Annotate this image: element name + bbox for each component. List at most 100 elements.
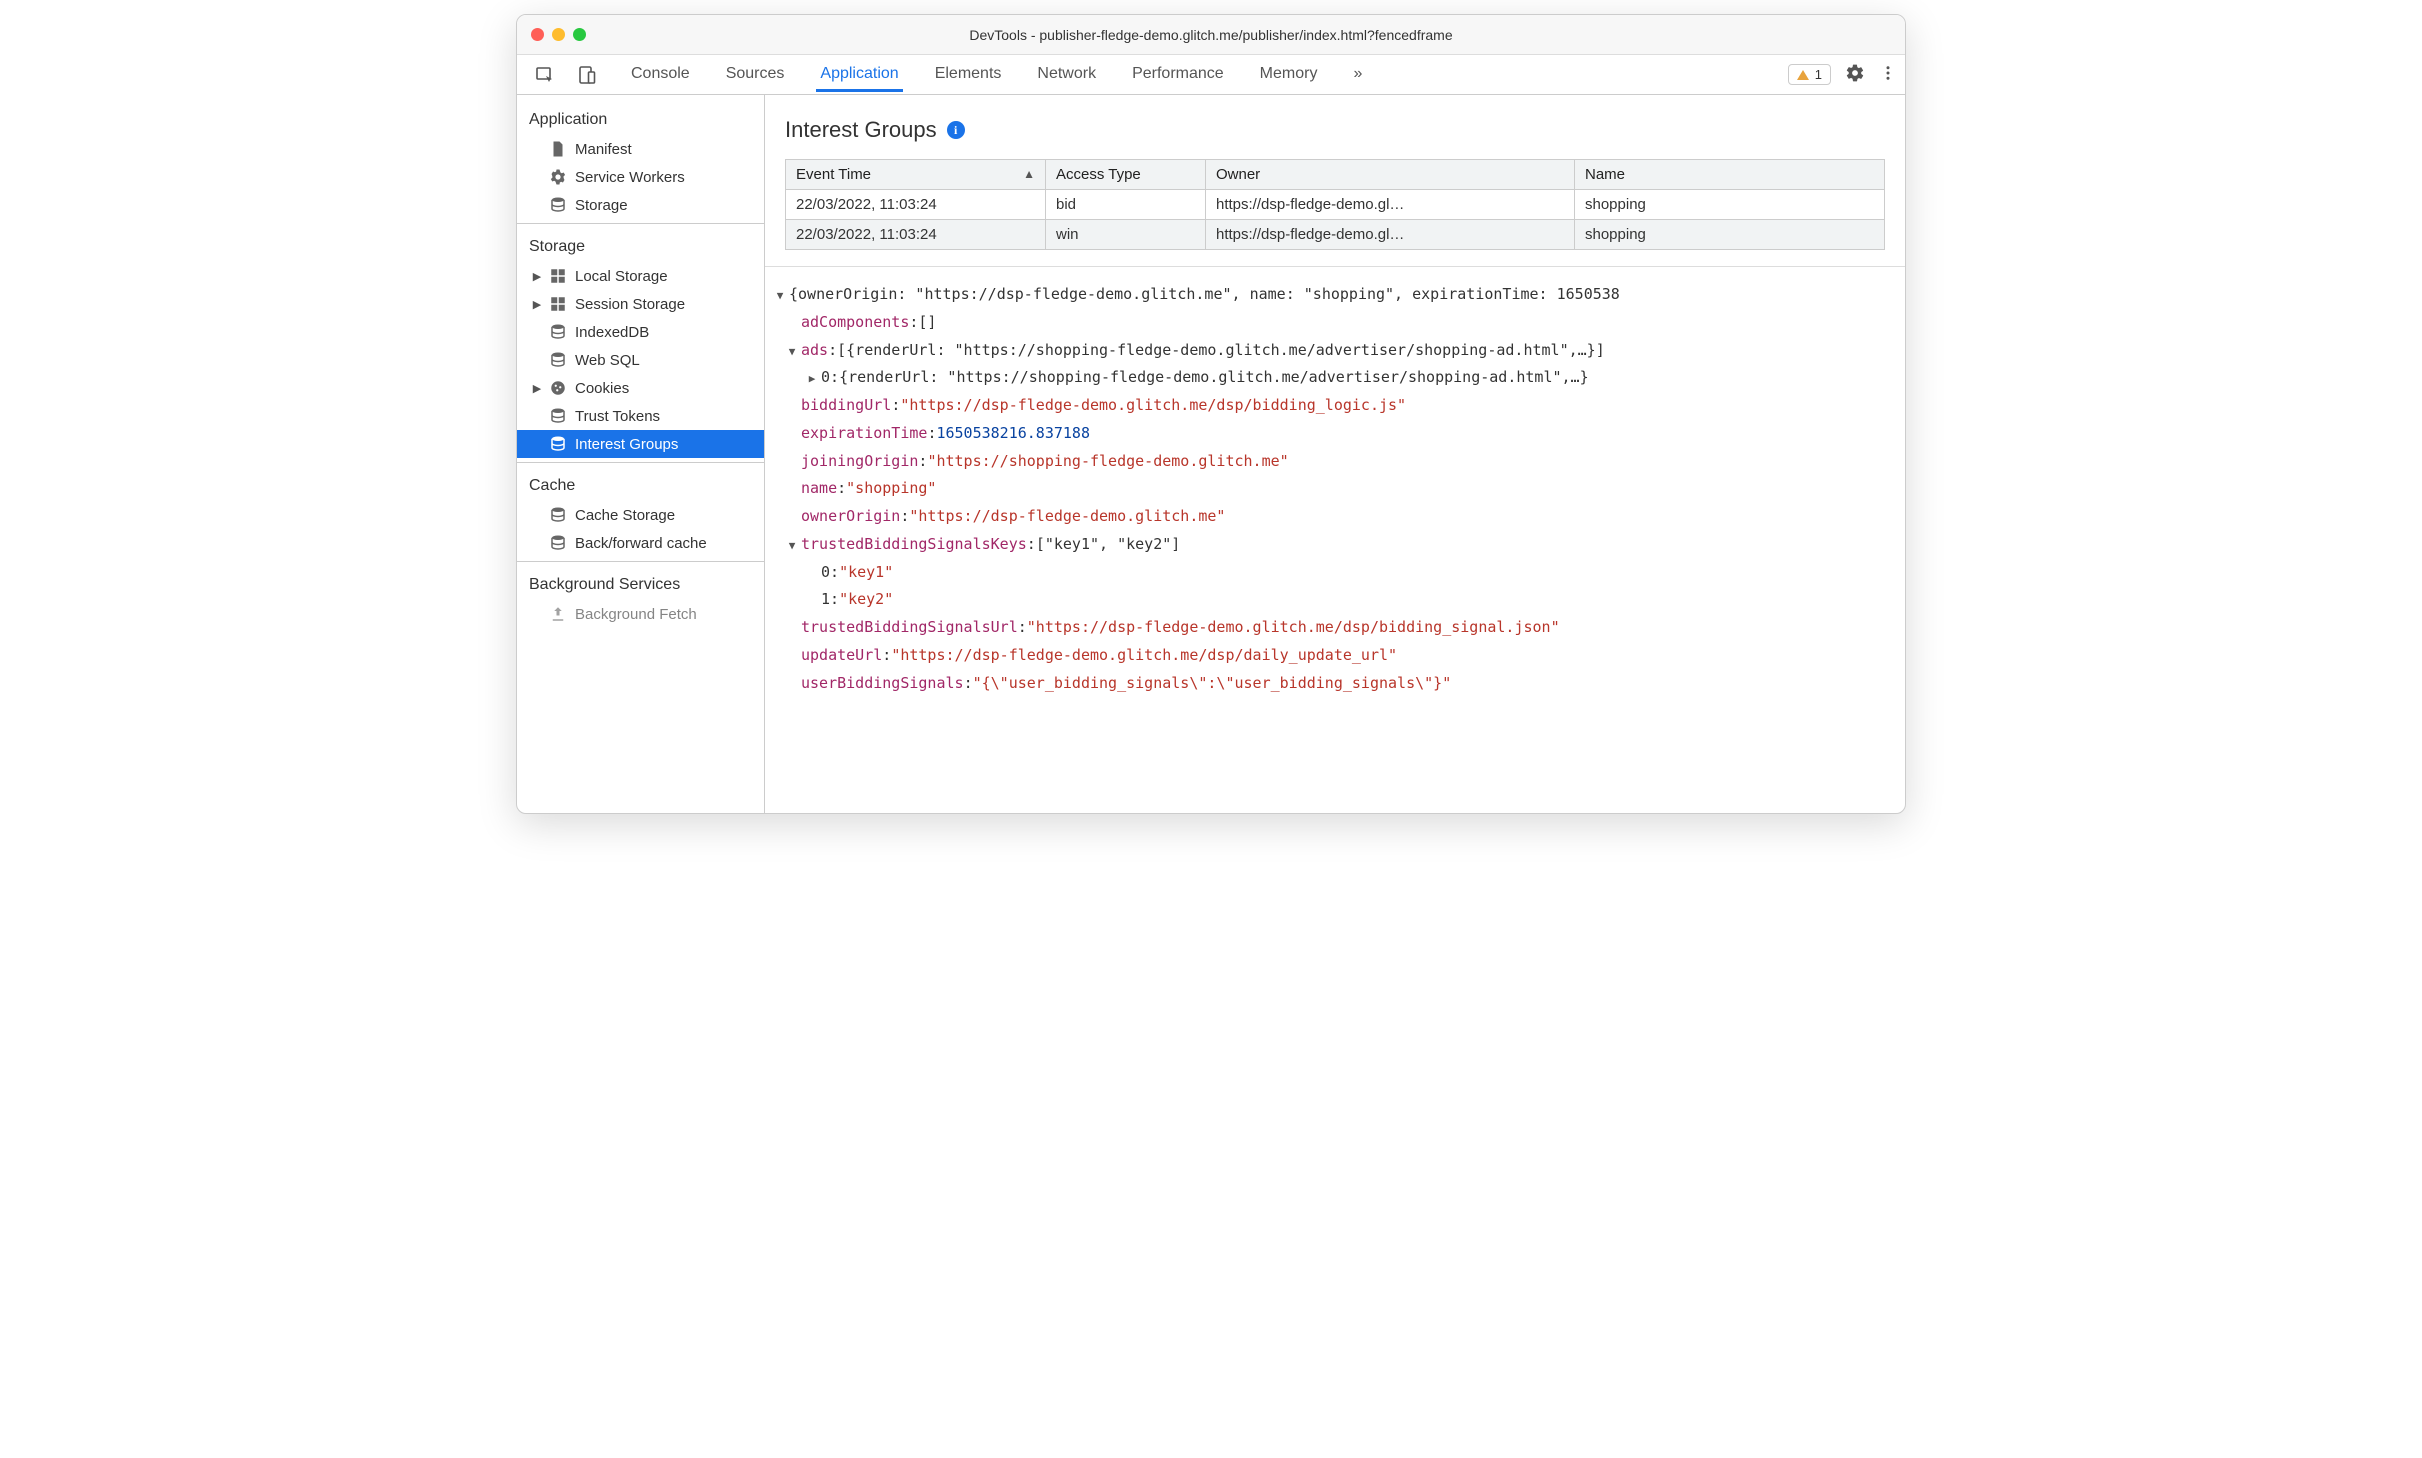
- tab-more[interactable]: »: [1349, 57, 1366, 92]
- device-toolbar-icon[interactable]: [567, 59, 607, 91]
- sidebar-item-label: Service Workers: [575, 169, 685, 186]
- panel-heading: Interest Groups: [785, 117, 937, 143]
- section-background: Background Services: [517, 566, 764, 600]
- section-storage: Storage: [517, 228, 764, 262]
- sidebar-item-web-sql[interactable]: Web SQL: [517, 346, 764, 374]
- titlebar: DevTools - publisher-fledge-demo.glitch.…: [517, 15, 1905, 55]
- sidebar-item-bf-cache[interactable]: Back/forward cache: [517, 529, 764, 557]
- sidebar-item-label: Cache Storage: [575, 507, 675, 524]
- database-icon: [549, 506, 567, 524]
- json-prop[interactable]: name: "shopping": [773, 475, 1897, 503]
- grid-icon: [549, 267, 567, 285]
- tab-elements[interactable]: Elements: [931, 57, 1006, 92]
- json-prop[interactable]: adComponents: []: [773, 309, 1897, 337]
- sidebar-item-session-storage[interactable]: ▶ Session Storage: [517, 290, 764, 318]
- tab-network[interactable]: Network: [1033, 57, 1100, 92]
- sidebar-item-label: Session Storage: [575, 296, 685, 313]
- json-prop[interactable]: 0: "key1": [773, 559, 1897, 587]
- expand-icon[interactable]: ▶: [531, 382, 543, 395]
- database-icon: [549, 196, 567, 214]
- tab-sources[interactable]: Sources: [722, 57, 789, 92]
- tab-console[interactable]: Console: [627, 57, 694, 92]
- json-root[interactable]: ▼ {ownerOrigin: "https://dsp-fledge-demo…: [773, 281, 1897, 309]
- warning-count: 1: [1815, 67, 1822, 82]
- col-owner[interactable]: Owner: [1206, 160, 1575, 190]
- more-options-icon[interactable]: [1879, 64, 1897, 86]
- sidebar-item-label: Trust Tokens: [575, 408, 660, 425]
- expand-icon[interactable]: ▶: [531, 298, 543, 311]
- zoom-icon[interactable]: [573, 28, 586, 41]
- tab-performance[interactable]: Performance: [1128, 57, 1228, 92]
- sidebar-item-label: Cookies: [575, 380, 629, 397]
- window-title: DevTools - publisher-fledge-demo.glitch.…: [517, 27, 1905, 43]
- file-icon: [549, 140, 567, 158]
- cell-access-type: win: [1046, 220, 1206, 250]
- close-icon[interactable]: [531, 28, 544, 41]
- sidebar-item-service-workers[interactable]: Service Workers: [517, 163, 764, 191]
- divider: [517, 561, 764, 562]
- json-prop[interactable]: biddingUrl: "https://dsp-fledge-demo.gli…: [773, 392, 1897, 420]
- main-panel: Interest Groups i Event Time ▲ Access Ty…: [765, 95, 1905, 813]
- minimize-icon[interactable]: [552, 28, 565, 41]
- sidebar-item-manifest[interactable]: Manifest: [517, 135, 764, 163]
- col-name[interactable]: Name: [1575, 160, 1885, 190]
- database-icon: [549, 435, 567, 453]
- sidebar-item-storage-overview[interactable]: Storage: [517, 191, 764, 219]
- interest-groups-table: Event Time ▲ Access Type Owner Name 22/0…: [785, 159, 1885, 250]
- json-prop[interactable]: expirationTime: 1650538216.837188: [773, 420, 1897, 448]
- info-icon[interactable]: i: [947, 121, 965, 139]
- issues-badge[interactable]: 1: [1788, 64, 1831, 85]
- col-event-time[interactable]: Event Time ▲: [786, 160, 1046, 190]
- sidebar-item-trust-tokens[interactable]: Trust Tokens: [517, 402, 764, 430]
- devtools-window: DevTools - publisher-fledge-demo.glitch.…: [516, 14, 1906, 814]
- sidebar-item-background-fetch[interactable]: Background Fetch: [517, 600, 764, 628]
- sidebar-item-label: Back/forward cache: [575, 535, 707, 552]
- tab-application[interactable]: Application: [816, 57, 902, 92]
- json-prop[interactable]: ▼ ads: [{renderUrl: "https://shopping-fl…: [773, 337, 1897, 365]
- json-prop[interactable]: userBiddingSignals: "{\"user_bidding_sig…: [773, 670, 1897, 698]
- collapse-icon[interactable]: ▼: [785, 536, 799, 556]
- expand-icon[interactable]: ▶: [531, 270, 543, 283]
- json-prop[interactable]: 1: "key2": [773, 586, 1897, 614]
- database-icon: [549, 534, 567, 552]
- json-prop[interactable]: updateUrl: "https://dsp-fledge-demo.glit…: [773, 642, 1897, 670]
- tab-memory[interactable]: Memory: [1256, 57, 1322, 92]
- database-icon: [549, 351, 567, 369]
- application-sidebar: Application Manifest Service Workers Sto…: [517, 95, 765, 813]
- json-prop[interactable]: trustedBiddingSignalsUrl: "https://dsp-f…: [773, 614, 1897, 642]
- json-prop[interactable]: ▶ 0: {renderUrl: "https://shopping-fledg…: [773, 364, 1897, 392]
- divider: [517, 462, 764, 463]
- sidebar-item-local-storage[interactable]: ▶ Local Storage: [517, 262, 764, 290]
- json-prop[interactable]: ▼ trustedBiddingSignalsKeys: ["key1", "k…: [773, 531, 1897, 559]
- settings-icon[interactable]: [1845, 63, 1865, 87]
- cell-event-time: 22/03/2022, 11:03:24: [786, 220, 1046, 250]
- warning-icon: [1797, 70, 1809, 80]
- sidebar-item-cookies[interactable]: ▶ Cookies: [517, 374, 764, 402]
- section-application: Application: [517, 101, 764, 135]
- cell-event-time: 22/03/2022, 11:03:24: [786, 190, 1046, 220]
- table-row[interactable]: 22/03/2022, 11:03:24 win https://dsp-fle…: [786, 220, 1885, 250]
- inspect-element-icon[interactable]: [525, 59, 565, 91]
- collapse-icon[interactable]: ▼: [785, 342, 799, 362]
- sidebar-item-label: Background Fetch: [575, 606, 697, 623]
- main-toolbar: Console Sources Application Elements Net…: [517, 55, 1905, 95]
- divider: [517, 223, 764, 224]
- json-prop[interactable]: ownerOrigin: "https://dsp-fledge-demo.gl…: [773, 503, 1897, 531]
- upload-icon: [549, 605, 567, 623]
- collapse-icon[interactable]: ▼: [773, 286, 787, 306]
- sidebar-item-label: Storage: [575, 197, 628, 214]
- sidebar-item-interest-groups[interactable]: Interest Groups: [517, 430, 764, 458]
- traffic-lights: [531, 28, 586, 41]
- cell-name: shopping: [1575, 220, 1885, 250]
- sidebar-item-indexeddb[interactable]: IndexedDB: [517, 318, 764, 346]
- database-icon: [549, 407, 567, 425]
- table-row[interactable]: 22/03/2022, 11:03:24 bid https://dsp-fle…: [786, 190, 1885, 220]
- sidebar-item-label: IndexedDB: [575, 324, 649, 341]
- database-icon: [549, 323, 567, 341]
- json-prop[interactable]: joiningOrigin: "https://shopping-fledge-…: [773, 448, 1897, 476]
- col-access-type[interactable]: Access Type: [1046, 160, 1206, 190]
- sidebar-item-label: Manifest: [575, 141, 632, 158]
- cell-access-type: bid: [1046, 190, 1206, 220]
- expand-icon[interactable]: ▶: [805, 369, 819, 389]
- sidebar-item-cache-storage[interactable]: Cache Storage: [517, 501, 764, 529]
